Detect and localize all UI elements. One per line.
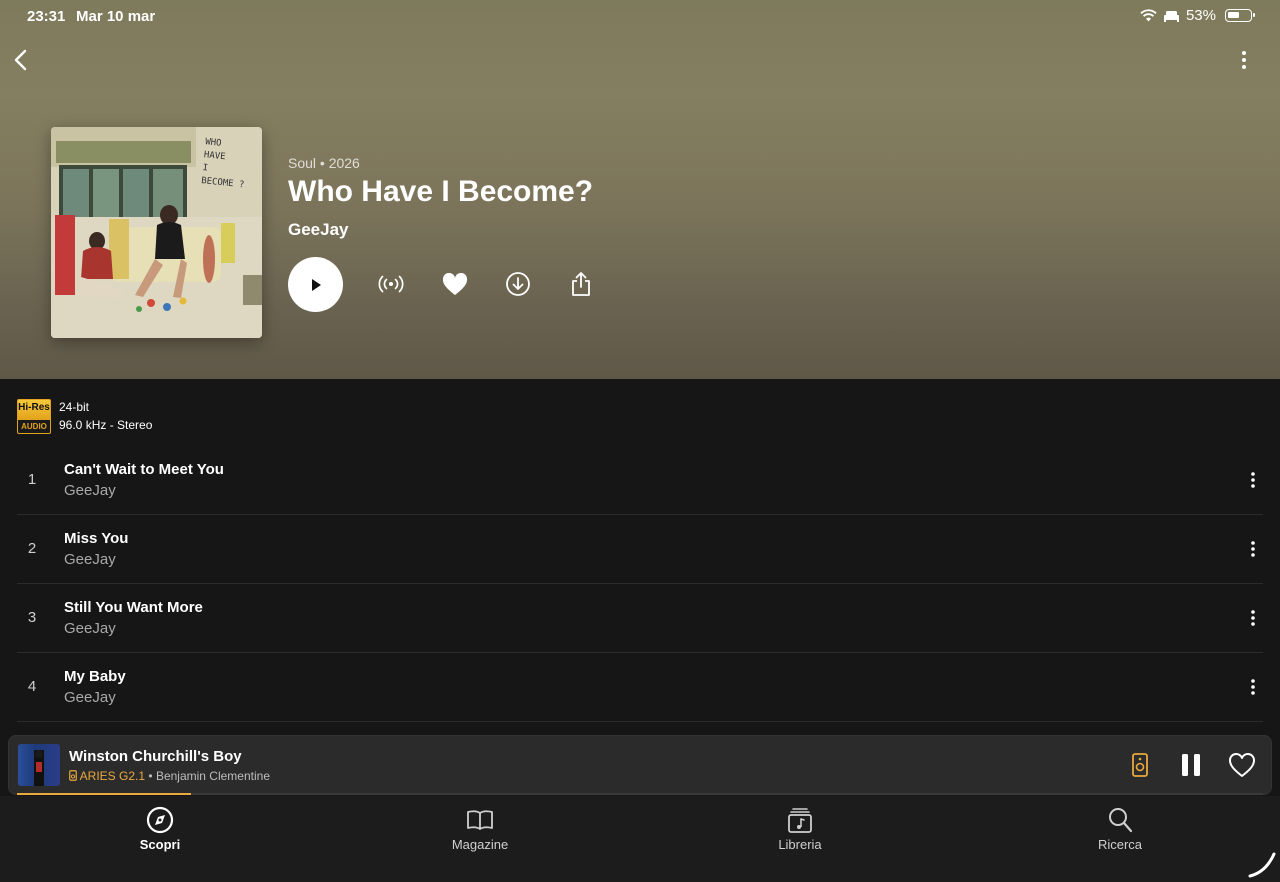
album-header: 23:31 Mar 10 mar 53% WHO HAVE I BECOME ?… [0,0,1280,379]
album-artist-link[interactable]: GeeJay [288,220,349,240]
tab-scopri[interactable]: Scopri [100,806,220,852]
status-date: Mar 10 mar [76,8,156,25]
now-playing-subtitle: ARIES G2.1 • Benjamin Clementine [69,769,270,783]
play-button[interactable] [288,257,343,312]
now-playing-device: ARIES G2.1 [79,769,146,783]
heart-outline-icon[interactable] [1228,752,1256,778]
tab-ricerca[interactable]: Ricerca [1060,806,1180,852]
play-icon [311,278,321,291]
status-bar: 23:31 Mar 10 mar 53% [0,0,1280,34]
track-row[interactable]: 1 Can't Wait to Meet You GeeJay [17,446,1263,515]
now-playing-artist: Benjamin Clementine [155,769,270,783]
now-playing-artwork [18,744,60,786]
cover-title-text: WHO HAVE I BECOME ? [200,137,245,191]
tab-libreria[interactable]: Libreria [740,806,860,852]
track-number: 4 [27,678,37,695]
track-number: 3 [27,609,37,626]
playback-progress-bar[interactable] [17,793,1263,795]
search-icon [1109,808,1133,833]
track-row[interactable]: 2 Miss You GeeJay [17,515,1263,584]
tab-label: Scopri [139,837,181,852]
track-more-icon[interactable] [1243,607,1263,629]
playback-progress-fill [17,793,192,795]
compass-icon [146,806,174,834]
back-icon[interactable] [8,46,34,74]
battery-icon [1225,9,1255,22]
track-title: Miss You [64,530,129,547]
share-button[interactable] [567,270,595,298]
bottom-tab-bar: Scopri Magazine Libreria Ricerca [0,796,1280,882]
sample-rate: 96.0 kHz - Stereo [59,418,153,432]
hires-audio-badge: Hi-Res AUDIO [17,399,51,434]
tab-label: Magazine [451,837,509,852]
track-more-icon[interactable] [1243,538,1263,560]
track-title: Still You Want More [64,599,203,616]
radio-broadcast-icon [378,275,404,293]
track-artist: GeeJay [64,551,116,568]
track-title: Can't Wait to Meet You [64,461,224,478]
track-more-icon[interactable] [1243,469,1263,491]
more-options-icon[interactable] [1232,48,1256,72]
battery-percent: 53% [1185,7,1216,24]
tab-label: Libreria [778,837,822,852]
bit-depth: 24-bit [59,400,90,414]
subtitle-separator: • [148,769,153,783]
track-number: 1 [27,471,37,488]
library-icon [788,808,812,833]
favorite-button[interactable] [441,270,469,298]
track-artist: GeeJay [64,689,116,706]
sleep-mode-icon [1163,10,1179,22]
track-title: My Baby [64,668,126,685]
album-genre-year: Soul • 2026 [288,155,360,171]
share-icon [572,272,590,296]
radio-button[interactable] [377,270,405,298]
output-device-icon[interactable] [1129,752,1151,778]
track-artist: GeeJay [64,620,116,637]
home-indicator [1248,852,1276,878]
speaker-small-icon [69,770,77,781]
download-icon [506,272,530,296]
track-list: 1 Can't Wait to Meet You GeeJay 2 Miss Y… [17,446,1263,722]
track-artist: GeeJay [64,482,116,499]
track-row[interactable]: 3 Still You Want More GeeJay [17,584,1263,653]
status-indicators: 53% [1140,7,1255,24]
book-icon [467,810,493,830]
tab-label: Ricerca [1097,837,1143,852]
pause-icon[interactable] [1179,752,1203,778]
heart-filled-icon [442,272,468,295]
status-time: 23:31 [27,8,66,25]
track-more-icon[interactable] [1243,676,1263,698]
track-number: 2 [27,540,37,557]
album-title: Who Have I Become? [288,175,594,208]
download-button[interactable] [504,270,532,298]
now-playing-title: Winston Churchill's Boy [69,748,242,765]
mini-player[interactable]: Winston Churchill's Boy ARIES G2.1 • Ben… [8,735,1272,795]
album-cover: WHO HAVE I BECOME ? [51,127,262,338]
wifi-icon [1140,9,1157,22]
track-row[interactable]: 4 My Baby GeeJay [17,653,1263,722]
tab-magazine[interactable]: Magazine [420,806,540,852]
